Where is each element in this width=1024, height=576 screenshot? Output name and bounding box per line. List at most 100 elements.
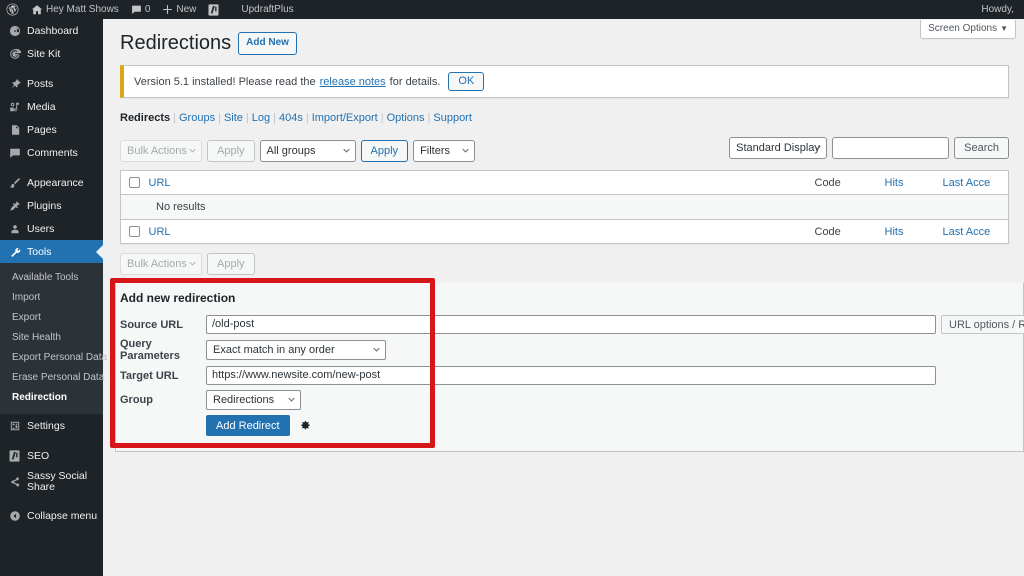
url-options-regex-button[interactable]: URL options / Reg (941, 315, 1024, 334)
query-parameters-field-group: Exact match in any order (206, 340, 1023, 360)
submenu-item-available-tools[interactable]: Available Tools (0, 268, 103, 288)
adminbar-wp-logo[interactable] (0, 0, 25, 19)
add-redirect-button[interactable]: Add Redirect (206, 415, 290, 436)
apply-filter-button[interactable]: Apply (360, 140, 409, 162)
group-field-group: Redirections (206, 389, 1023, 410)
search-input[interactable] (832, 137, 950, 159)
sidebar-item-label: Sassy Social Share (27, 470, 88, 493)
wrench-icon (8, 245, 21, 258)
select-all-checkbox[interactable] (129, 177, 140, 189)
adminbar-howdy[interactable]: Howdy, (975, 0, 1020, 19)
adminbar-site-name[interactable]: Hey Matt Shows (25, 0, 125, 19)
add-new-redirection-panel: Add new redirection Source URL /old-post… (115, 283, 1024, 452)
submenu-item-export-personal-data[interactable]: Export Personal Data (0, 348, 107, 368)
select-all-checkbox-footer[interactable] (129, 226, 140, 238)
group-filter-label: All groups (266, 145, 316, 157)
subnav-item-import-export[interactable]: Import/Export (312, 112, 378, 124)
sidebar-item-media[interactable]: Media (0, 95, 103, 118)
display-mode-select[interactable]: Standard Display (729, 137, 828, 159)
filters-label: Filters (420, 145, 451, 157)
sidebar-item-pages[interactable]: Pages (0, 118, 103, 141)
sidebar-item-label: Comments (27, 146, 78, 159)
yoast-seo-icon (8, 449, 21, 462)
sidebar-item-appearance[interactable]: Appearance (0, 171, 103, 194)
query-parameters-select[interactable]: Exact match in any order (206, 340, 386, 360)
subnav-item-support[interactable]: Support (433, 112, 472, 124)
bulk-actions-label: Bulk Actions (127, 145, 187, 157)
subnav-item-groups[interactable]: Groups (179, 112, 215, 124)
sidebar-separator (0, 437, 103, 444)
column-footer-hits[interactable]: Hits (884, 219, 943, 244)
sidebar-item-label: Posts (27, 77, 54, 90)
yoast-seo-icon (208, 3, 219, 16)
group-filter-select[interactable]: All groups (259, 140, 356, 162)
chevron-down-icon (189, 148, 196, 153)
column-header-last-access[interactable]: Last Acce (942, 170, 1009, 195)
adminbar-updraftplus[interactable]: UpdraftPlus (225, 0, 299, 19)
sidebar-item-label: Appearance (27, 176, 84, 189)
plug-icon (8, 199, 21, 212)
source-url-input[interactable]: /old-post (206, 315, 936, 334)
submenu-item-erase-personal-data[interactable]: Erase Personal Data (0, 368, 104, 388)
subnav-item-404s[interactable]: 404s (279, 112, 303, 124)
sidebar-item-sassy-social-share[interactable]: Sassy Social Share (0, 467, 103, 497)
sidebar-item-collapse-menu[interactable]: Collapse menu (0, 504, 103, 527)
dashboard-icon (8, 24, 21, 37)
bulk-actions-select[interactable]: Bulk Actions (120, 140, 202, 162)
column-footer-url[interactable]: URL (146, 219, 815, 244)
sidebar-item-settings[interactable]: Settings (0, 414, 103, 437)
submenu-item-import[interactable]: Import (0, 288, 103, 308)
subnav-item-redirects[interactable]: Redirects (120, 112, 170, 124)
subnav-item-options[interactable]: Options (387, 112, 425, 124)
sidebar-item-posts[interactable]: Posts (0, 72, 103, 95)
submenu-item-redirection[interactable]: Redirection (0, 388, 103, 408)
add-new-button[interactable]: Add New (238, 32, 297, 55)
adminbar-comments[interactable]: 0 (125, 0, 157, 19)
sidebar-item-plugins[interactable]: Plugins (0, 194, 103, 217)
adminbar-howdy-label: Howdy, (981, 4, 1014, 15)
subnav-item-log[interactable]: Log (252, 112, 270, 124)
column-footer-code: Code (814, 219, 885, 244)
comment-bubble-icon (8, 146, 21, 159)
screen-options-button[interactable]: Screen Options ▼ (920, 20, 1016, 39)
adminbar-new-label: New (176, 4, 197, 15)
submenu-item-site-health[interactable]: Site Health (0, 328, 103, 348)
sidebar-item-comments[interactable]: Comments (0, 141, 103, 164)
adminbar-yoast-seo[interactable] (202, 0, 225, 19)
submenu-item-export[interactable]: Export (0, 308, 103, 328)
sidebar-item-seo[interactable]: SEO (0, 444, 103, 467)
gear-icon[interactable] (298, 419, 311, 432)
target-url-input[interactable]: https://www.newsite.com/new-post (206, 366, 936, 385)
source-url-label: Source URL (120, 318, 183, 331)
content-wrap: Redirections Add New Version 5.1 install… (103, 19, 1024, 278)
plus-icon (162, 4, 173, 15)
adminbar-new-content[interactable]: New (156, 0, 202, 19)
subnav-separator: | (173, 112, 176, 124)
notice-ok-button[interactable]: OK (448, 72, 485, 91)
column-header-hits[interactable]: Hits (884, 170, 943, 195)
search-button[interactable]: Search (954, 137, 1009, 159)
table-footer-row: URL Code Hits Last Acce (120, 219, 1009, 244)
sidebar-item-label: Media (27, 100, 56, 113)
column-header-url[interactable]: URL (146, 170, 815, 195)
redirects-table-body: No results (120, 194, 1009, 220)
sidebar-item-site-kit[interactable]: Site Kit (0, 42, 103, 65)
target-url-row: Target URL https://www.newsite.com/new-p… (116, 365, 1023, 386)
sidebar-item-tools[interactable]: Tools (0, 240, 103, 263)
apply-button-bottom[interactable]: Apply (207, 253, 255, 275)
add-new-redirection-title: Add new redirection (120, 291, 236, 305)
sidebar-item-label: Users (27, 222, 55, 235)
subnav-item-site[interactable]: Site (224, 112, 243, 124)
column-footer-last-access[interactable]: Last Acce (942, 219, 1009, 244)
apply-button-top[interactable]: Apply (207, 140, 255, 162)
group-select[interactable]: Redirections (206, 389, 301, 410)
tablenav-top: Bulk Actions Apply All groups Apply Filt… (120, 137, 1009, 165)
paintbrush-icon (8, 176, 21, 189)
screen-options-label: Screen Options (928, 23, 998, 34)
filters-select[interactable]: Filters (413, 140, 476, 162)
bulk-actions-select-bottom[interactable]: Bulk Actions (120, 253, 202, 275)
subnav-separator: | (218, 112, 221, 124)
sidebar-item-dashboard[interactable]: Dashboard (0, 19, 103, 42)
sidebar-item-users[interactable]: Users (0, 217, 103, 240)
release-notes-link[interactable]: release notes (320, 76, 386, 88)
